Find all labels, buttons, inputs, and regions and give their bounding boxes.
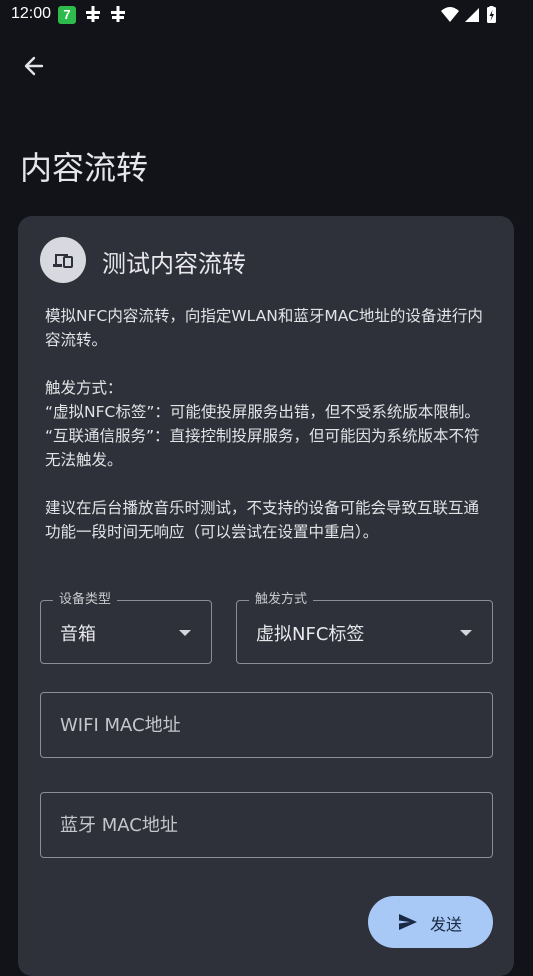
dropdown-arrow-icon [460, 630, 472, 636]
send-button[interactable]: 发送 [368, 896, 493, 948]
card-description: 模拟NFC内容流转，向指定WLAN和蓝牙MAC地址的设备进行内容流转。 触发方式… [45, 304, 490, 544]
bluetooth-mac-input[interactable] [41, 793, 492, 857]
description-line: 触发方式： [45, 379, 123, 397]
description-line: “虚拟NFC标签”：可能使投屏服务出错，但不受系统版本限制。 [45, 403, 480, 421]
page-title: 内容流转 [20, 149, 149, 187]
trigger-mode-value: 虚拟NFC标签 [256, 624, 365, 645]
wifi-mac-input[interactable] [41, 693, 492, 757]
wifi-mac-field[interactable] [40, 692, 493, 758]
send-icon [399, 914, 417, 930]
description-line: 模拟NFC内容流转，向指定WLAN和蓝牙MAC地址的设备进行内容流转。 [45, 307, 483, 349]
device-type-select[interactable]: 设备类型 音箱 [40, 591, 212, 664]
description-line: “互联通信服务”：直接控制投屏服务，但可能因为系统版本不符无法触发。 [45, 427, 480, 469]
send-label: 发送 [430, 917, 463, 934]
description-spacer [45, 472, 490, 496]
status-bar: 12:00 7 [0, 0, 533, 30]
test-content-transfer-card: 测试内容流转 模拟NFC内容流转，向指定WLAN和蓝牙MAC地址的设备进行内容流… [18, 216, 514, 976]
devices-icon [53, 254, 73, 268]
device-type-value: 音箱 [60, 624, 96, 645]
trigger-mode-label: 触发方式 [249, 591, 314, 609]
signal-icon [465, 8, 479, 22]
trigger-mode-select[interactable]: 触发方式 虚拟NFC标签 [236, 591, 493, 664]
bug-icon [86, 6, 100, 22]
description-spacer [45, 352, 490, 376]
back-arrow-icon[interactable] [18, 50, 50, 82]
devices-icon-avatar [40, 237, 86, 283]
card-title: 测试内容流转 [102, 250, 246, 278]
dropdown-arrow-icon [179, 630, 191, 636]
device-type-label: 设备类型 [53, 591, 118, 609]
bluetooth-mac-field[interactable] [40, 792, 493, 858]
wifi-icon [441, 7, 459, 22]
system-status-icons [441, 6, 496, 23]
app-notification-icon: 7 [58, 6, 76, 24]
description-line: 建议在后台播放音乐时测试，不支持的设备可能会导致互联互通功能一段时间无响应（可以… [45, 499, 480, 541]
bug-icon [111, 6, 125, 22]
status-time: 12:00 [11, 5, 52, 22]
